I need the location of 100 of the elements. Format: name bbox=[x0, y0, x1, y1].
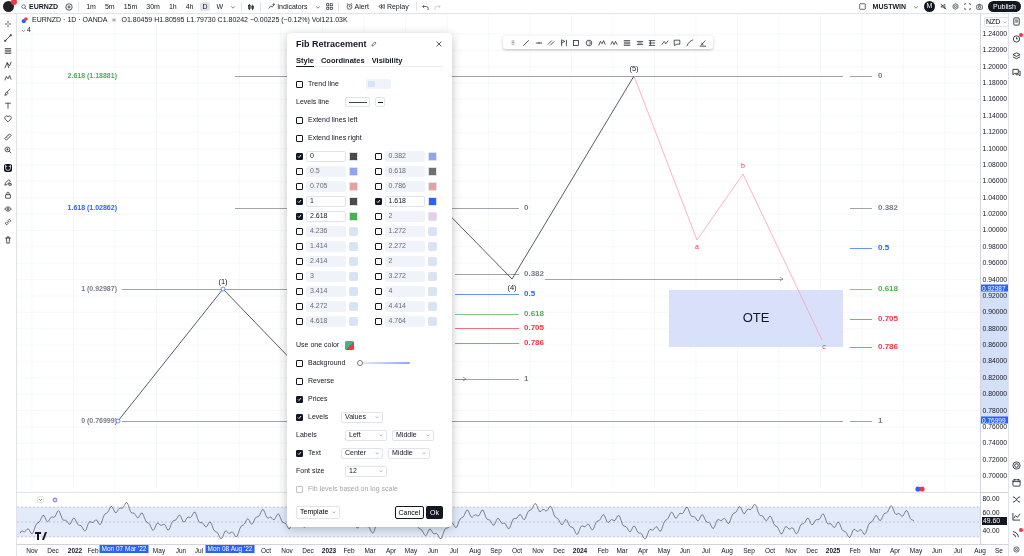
grid-icon[interactable] bbox=[325, 3, 333, 10]
checkbox[interactable] bbox=[296, 395, 303, 403]
zigzag-icon[interactable] bbox=[610, 38, 619, 47]
checkbox[interactable] bbox=[374, 273, 382, 280]
color-swatch[interactable] bbox=[427, 287, 437, 296]
color-swatch[interactable] bbox=[427, 182, 437, 191]
line-icon[interactable] bbox=[521, 38, 530, 47]
checkbox[interactable] bbox=[296, 303, 303, 310]
color-swatch[interactable] bbox=[349, 302, 358, 311]
checkbox[interactable] bbox=[374, 198, 382, 205]
brush-icon[interactable] bbox=[4, 87, 12, 96]
checkbox[interactable] bbox=[296, 413, 303, 421]
watchlist-icon[interactable] bbox=[1012, 17, 1021, 26]
color-swatch[interactable] bbox=[349, 212, 358, 221]
add-symbol-icon[interactable] bbox=[65, 2, 74, 11]
color-swatch[interactable] bbox=[349, 227, 358, 236]
color-swatch[interactable] bbox=[427, 197, 437, 206]
indicator-badge-icon[interactable] bbox=[52, 496, 58, 503]
trash-icon[interactable] bbox=[4, 235, 12, 244]
caret-icon[interactable] bbox=[913, 3, 920, 10]
color-swatch[interactable] bbox=[427, 167, 437, 176]
parallel-lines-icon[interactable] bbox=[547, 38, 556, 47]
target-icon[interactable] bbox=[1012, 461, 1021, 470]
ruler-pen-icon[interactable] bbox=[698, 38, 707, 47]
pencil-lock-icon[interactable] bbox=[4, 177, 12, 186]
color-swatch[interactable] bbox=[349, 152, 358, 161]
heart-icon[interactable] bbox=[4, 115, 12, 124]
circle-icon[interactable] bbox=[585, 38, 594, 47]
pitchfork-icon[interactable] bbox=[4, 60, 12, 69]
layers-icon[interactable] bbox=[1012, 51, 1021, 60]
flag-icon[interactable] bbox=[559, 38, 568, 47]
ruler-icon[interactable] bbox=[4, 132, 12, 141]
checkbox[interactable] bbox=[296, 288, 303, 295]
fullscreen-icon[interactable] bbox=[964, 3, 972, 10]
fib-lines-icon[interactable] bbox=[622, 38, 631, 47]
muted-icon[interactable] bbox=[940, 3, 948, 10]
checkbox[interactable] bbox=[296, 153, 303, 160]
checkbox[interactable] bbox=[374, 153, 382, 160]
checkbox[interactable] bbox=[296, 243, 303, 250]
pencil-icon[interactable] bbox=[370, 41, 377, 47]
checkbox[interactable] bbox=[374, 318, 382, 325]
checkbox[interactable] bbox=[296, 359, 303, 367]
checkbox[interactable] bbox=[296, 198, 303, 205]
caret-icon[interactable] bbox=[230, 3, 237, 10]
line-chart-icon[interactable] bbox=[1012, 512, 1021, 521]
settings-icon[interactable] bbox=[1013, 546, 1020, 553]
chat-icon[interactable] bbox=[1012, 68, 1021, 77]
color-swatch[interactable] bbox=[427, 272, 437, 281]
checkbox[interactable] bbox=[374, 243, 382, 250]
caret-icon[interactable] bbox=[314, 3, 321, 10]
color-swatch[interactable] bbox=[427, 152, 437, 161]
color-swatch[interactable] bbox=[349, 242, 358, 251]
pattern-icon[interactable] bbox=[4, 74, 12, 83]
checkbox[interactable] bbox=[374, 288, 382, 295]
checkbox[interactable] bbox=[374, 183, 382, 190]
checkbox[interactable] bbox=[374, 228, 382, 235]
color-swatch[interactable] bbox=[349, 182, 358, 191]
checkbox[interactable] bbox=[296, 168, 303, 175]
callout-icon[interactable] bbox=[673, 38, 682, 47]
checkbox[interactable] bbox=[296, 116, 303, 124]
link-icon[interactable] bbox=[4, 218, 12, 227]
text-icon[interactable] bbox=[4, 101, 12, 110]
horizontal-lines-icon[interactable] bbox=[4, 47, 12, 56]
calendar-icon[interactable] bbox=[1012, 478, 1021, 487]
color-swatch[interactable] bbox=[427, 302, 437, 311]
line-style-picker[interactable] bbox=[345, 97, 370, 107]
color-swatch[interactable] bbox=[427, 227, 437, 236]
checkbox[interactable] bbox=[374, 258, 382, 265]
color-swatch[interactable] bbox=[427, 317, 437, 326]
color-swatch[interactable] bbox=[349, 317, 358, 326]
line-width-picker[interactable] bbox=[375, 97, 385, 107]
checkbox-icon[interactable] bbox=[858, 3, 866, 10]
checkbox[interactable] bbox=[296, 134, 303, 142]
checkbox[interactable] bbox=[296, 228, 303, 235]
color-picker[interactable] bbox=[345, 340, 354, 350]
alarm-clock-icon[interactable] bbox=[1012, 34, 1021, 43]
collapse-icon[interactable] bbox=[37, 496, 44, 503]
broadcast-icon[interactable] bbox=[1012, 529, 1021, 538]
color-swatch[interactable] bbox=[349, 257, 358, 266]
lock-icon[interactable] bbox=[4, 191, 12, 200]
zoom-icon[interactable] bbox=[4, 146, 12, 155]
color-swatch[interactable] bbox=[349, 272, 358, 281]
color-swatch[interactable] bbox=[349, 197, 358, 206]
checkbox[interactable] bbox=[296, 318, 303, 325]
checkbox[interactable] bbox=[374, 168, 382, 175]
checkbox[interactable] bbox=[296, 258, 303, 265]
checkbox[interactable] bbox=[374, 213, 382, 220]
eye-icon[interactable] bbox=[4, 204, 12, 213]
close-icon[interactable] bbox=[435, 40, 443, 48]
color-swatch[interactable] bbox=[349, 287, 358, 296]
shuffle-icon[interactable] bbox=[1012, 495, 1021, 504]
candles-icon[interactable] bbox=[247, 2, 256, 11]
settings-icon[interactable] bbox=[952, 3, 960, 10]
checkbox[interactable] bbox=[296, 273, 303, 280]
checkbox[interactable] bbox=[374, 303, 382, 310]
trend-line-icon[interactable] bbox=[4, 33, 12, 42]
camera-icon[interactable] bbox=[976, 3, 984, 10]
undo-icon[interactable] bbox=[421, 3, 429, 10]
color-swatch[interactable] bbox=[427, 242, 437, 251]
color-swatch[interactable] bbox=[427, 257, 437, 266]
